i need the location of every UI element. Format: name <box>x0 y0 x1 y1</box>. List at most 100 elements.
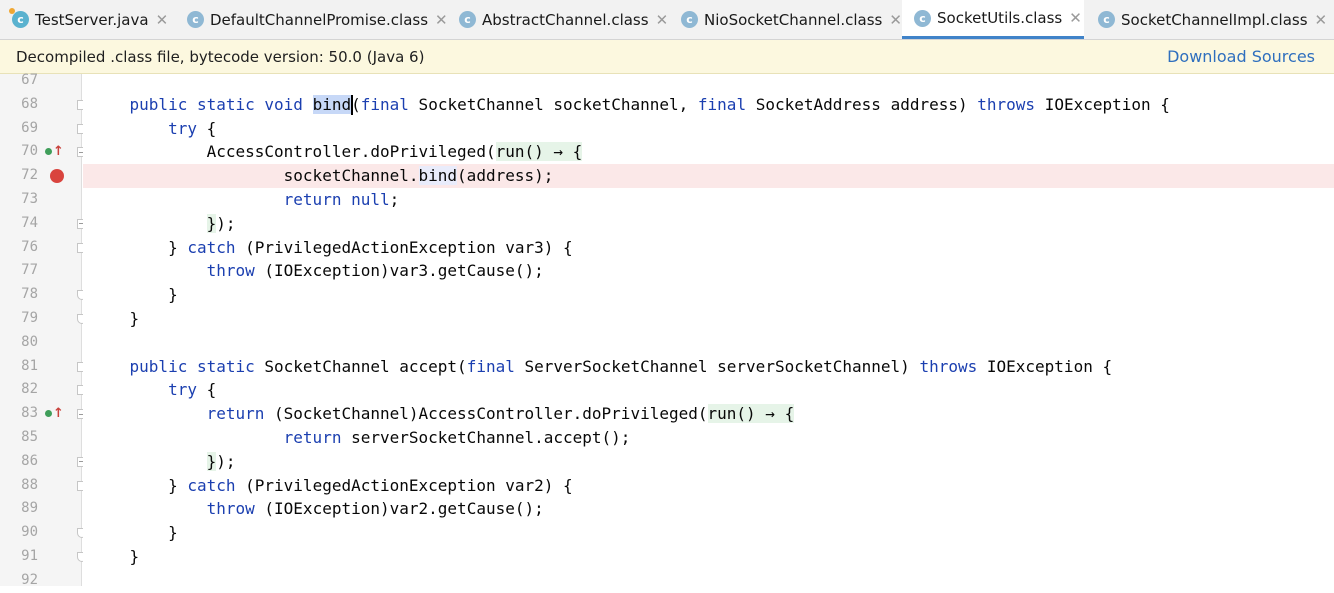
editor-tab-bar: c TestServer.java ✕ c DefaultChannelPromise.… <box>0 0 1334 40</box>
code-token: { <box>196 118 217 138</box>
breakpoint-icon[interactable] <box>50 169 64 184</box>
class-file-icon: c <box>681 11 698 28</box>
close-tab-icon[interactable]: ✕ <box>156 11 169 29</box>
code-line: public static SocketChannel accept(final… <box>83 355 1334 379</box>
editor-tab[interactable]: c AbstractChannel.class ✕ <box>447 0 669 39</box>
code-token: ); <box>216 213 236 233</box>
code-line: } <box>83 283 1334 307</box>
close-tab-icon[interactable]: ✕ <box>1069 9 1082 27</box>
code-token: (PrivilegedActionException var2) { <box>235 475 573 495</box>
implements-method-icon[interactable]: ↑ <box>45 144 64 159</box>
class-file-icon: c <box>914 9 931 27</box>
class-file-icon: c <box>1098 11 1115 28</box>
code-token: } <box>91 237 188 257</box>
code-token: (IOException)var2.getCause(); <box>254 499 544 519</box>
class-file-icon: c <box>459 11 476 28</box>
keyword-token: catch <box>187 237 236 257</box>
implements-method-icon[interactable]: ↑ <box>45 406 64 421</box>
code-token: } <box>91 547 140 566</box>
code-token: IOException { <box>977 356 1113 376</box>
code-token: (PrivilegedActionException var3) { <box>235 237 573 257</box>
keyword-token: return <box>206 404 265 424</box>
code-token: bind <box>418 166 458 186</box>
class-source-icon: c <box>9 8 29 28</box>
line-number: 91 <box>21 548 38 564</box>
keyword-token: null <box>351 190 390 209</box>
line-number: 85 <box>21 429 38 445</box>
editor-gutter[interactable]: 67 68 69 70 ↑ 72 73 74 76 77 78 79 80 81 82 83 ↑ 85 86 88 89… <box>0 72 87 588</box>
code-token: run() → { <box>707 404 795 424</box>
tab-label: SocketUtils.class <box>937 9 1063 27</box>
editor-tab[interactable]: c NioSocketChannel.class ✕ <box>669 0 902 39</box>
line-number: 79 <box>21 310 38 326</box>
keyword-token: throw <box>206 261 255 281</box>
editor-tab[interactable]: c SocketUtils.class ✕ <box>902 0 1084 39</box>
code-token: } <box>91 475 188 495</box>
line-number: 69 <box>21 119 38 136</box>
code-line: } <box>83 545 1334 569</box>
code-line: return null; <box>83 188 1334 212</box>
code-token: } <box>206 213 217 233</box>
tab-label: DefaultChannelPromise.class <box>210 10 429 29</box>
code-line: public static void bind(final SocketChan… <box>83 93 1334 117</box>
code-line: } catch (PrivilegedActionException var3)… <box>83 236 1334 260</box>
editor-tab[interactable]: c TestServer.java ✕ <box>0 0 173 39</box>
line-number: 82 <box>21 381 38 398</box>
line-number: 81 <box>21 357 38 374</box>
close-tab-icon[interactable]: ✕ <box>1315 11 1328 29</box>
code-line: } <box>83 521 1334 545</box>
code-line: }); <box>83 212 1334 236</box>
tab-label: AbstractChannel.class <box>482 10 649 29</box>
code-line: } <box>83 307 1334 331</box>
tab-label: SocketChannelImpl.class <box>1121 10 1308 29</box>
code-token: SocketChannel socketChannel, <box>408 94 698 114</box>
modified-marker-icon <box>9 8 15 14</box>
close-tab-icon[interactable]: ✕ <box>656 11 669 29</box>
keyword-token: return <box>283 190 342 209</box>
keyword-token: void <box>264 94 303 114</box>
code-token: bind <box>312 94 352 114</box>
close-tab-icon[interactable]: ✕ <box>435 11 448 29</box>
keyword-token: throw <box>206 499 255 519</box>
class-file-icon: c <box>187 11 204 28</box>
line-number: 83 <box>21 405 38 422</box>
code-editor[interactable]: public static void bind(final SocketChan… <box>83 74 1334 586</box>
download-sources-link[interactable]: Download Sources <box>1167 47 1315 66</box>
code-line: socketChannel.bind(address); <box>83 164 1334 189</box>
line-number: 73 <box>21 191 38 207</box>
line-number: 68 <box>21 95 38 112</box>
keyword-token: throws <box>919 356 978 376</box>
code-token: (SocketChannel)AccessController.doPrivil… <box>264 404 708 424</box>
tab-label: TestServer.java <box>35 10 149 29</box>
code-line: try { <box>83 117 1334 141</box>
code-token: run() → { <box>495 142 583 162</box>
line-number: 70 <box>21 143 38 160</box>
keyword-token: final <box>466 356 515 376</box>
code-line: } catch (PrivilegedActionException var2)… <box>83 474 1334 498</box>
line-number: 86 <box>21 452 38 469</box>
keyword-token: static <box>196 356 255 376</box>
keyword-token: public <box>129 356 188 376</box>
code-token: serverSocketChannel.accept(); <box>341 428 631 447</box>
code-token: AccessController.doPrivileged( <box>91 142 496 162</box>
editor-tab[interactable]: c SocketChannelImpl.class ✕ <box>1086 0 1334 39</box>
code-token: } <box>206 451 217 471</box>
text-caret <box>351 95 354 116</box>
editor-tab[interactable]: c DefaultChannelPromise.class ✕ <box>175 0 448 39</box>
line-number: 76 <box>21 238 38 255</box>
close-tab-icon[interactable]: ✕ <box>889 11 902 29</box>
code-token: } <box>91 309 140 328</box>
code-token: SocketAddress address) <box>746 94 978 114</box>
code-token: ); <box>216 451 236 471</box>
line-number: 78 <box>21 286 38 303</box>
